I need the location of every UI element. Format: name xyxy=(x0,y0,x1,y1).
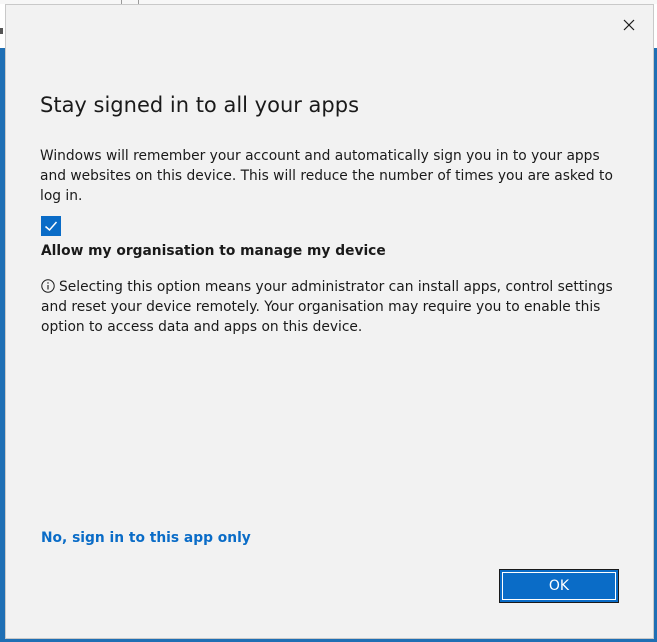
close-icon xyxy=(623,19,635,31)
manage-device-label[interactable]: Allow my organisation to manage my devic… xyxy=(41,243,386,259)
info-notice: Selecting this option means your adminis… xyxy=(41,277,621,337)
sign-in-this-app-only-link[interactable]: No, sign in to this app only xyxy=(41,530,251,546)
close-button[interactable] xyxy=(617,13,641,37)
manage-device-checkbox[interactable] xyxy=(41,216,61,236)
dialog-title: Stay signed in to all your apps xyxy=(40,93,360,117)
dialog-description: Windows will remember your account and a… xyxy=(40,148,613,204)
info-text: Selecting this option means your adminis… xyxy=(41,279,613,335)
ok-button[interactable]: OK xyxy=(499,569,619,603)
background-marker xyxy=(0,28,3,34)
stay-signed-in-dialog: Stay signed in to all your apps Windows … xyxy=(5,4,654,639)
info-icon xyxy=(41,279,55,293)
checkmark-icon xyxy=(45,221,58,232)
